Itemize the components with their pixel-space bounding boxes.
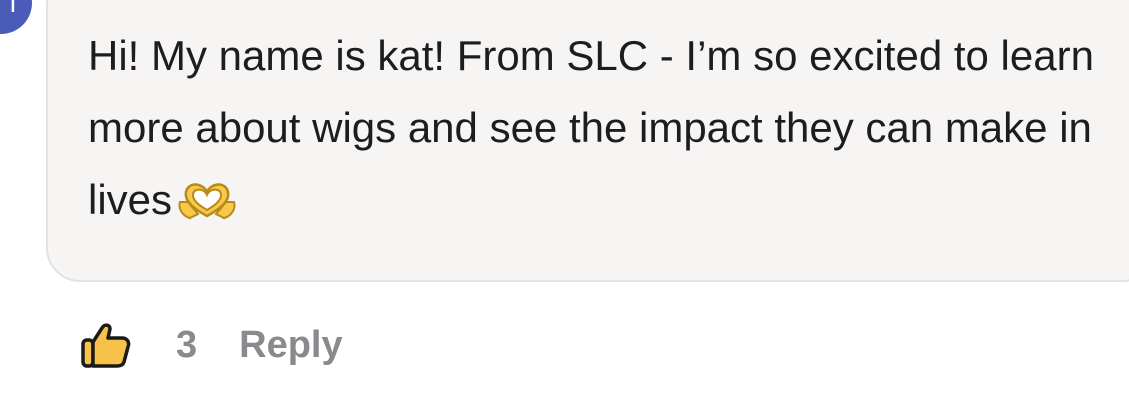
comment-text: Hi! My name is kat! From SLC - I’m so ex… [88, 32, 1094, 223]
avatar[interactable]: T [0, 0, 32, 34]
comment-view: T Hi! My name is kat! From SLC - I’m so … [0, 0, 1129, 411]
comment-actions: 3 Reply [78, 318, 343, 372]
avatar-initial: T [5, 0, 21, 18]
like-count: 3 [176, 323, 198, 366]
like-button[interactable] [78, 318, 134, 372]
reply-button[interactable]: Reply [239, 324, 342, 367]
thumbs-up-icon [81, 323, 131, 368]
heart-hands-emoji-icon [178, 183, 236, 220]
comment-body: Hi! My name is kat! From SLC - I’m so ex… [88, 20, 1118, 236]
